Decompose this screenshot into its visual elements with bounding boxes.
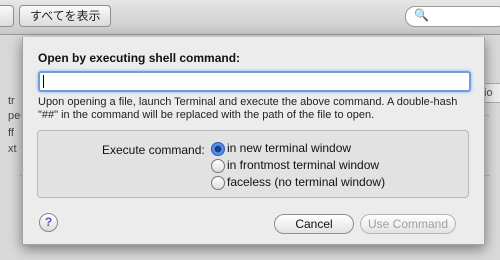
radio-selected-icon[interactable] bbox=[211, 142, 225, 156]
radio-label: in new terminal window bbox=[227, 141, 352, 155]
shell-command-input[interactable] bbox=[38, 71, 471, 92]
background-text: ff bbox=[8, 127, 14, 139]
radio-unselected-icon[interactable] bbox=[211, 176, 225, 190]
magnifier-icon: 🔍 bbox=[414, 8, 429, 22]
text-caret bbox=[43, 75, 44, 88]
sheet-title: Open by executing shell command: bbox=[38, 51, 241, 65]
background-text: pe bbox=[8, 110, 21, 122]
radio-unselected-icon[interactable] bbox=[211, 159, 225, 173]
back-button[interactable] bbox=[0, 5, 14, 27]
execute-command-label: Execute command: bbox=[102, 143, 205, 157]
use-command-button[interactable]: Use Command bbox=[360, 214, 456, 234]
show-all-button[interactable]: すべてを表示 bbox=[19, 5, 112, 27]
radio-label: in frontmost terminal window bbox=[227, 158, 380, 172]
execute-options-group: Execute command: in new terminal window … bbox=[37, 130, 469, 198]
background-text: xt bbox=[8, 143, 17, 155]
window-toolbar: すべてを表示 🔍 bbox=[0, 0, 500, 35]
cancel-button[interactable]: Cancel bbox=[274, 214, 354, 234]
help-button[interactable]: ? bbox=[39, 213, 58, 232]
background-text: tr bbox=[8, 95, 15, 107]
radio-label: faceless (no terminal window) bbox=[227, 175, 386, 189]
command-description: Upon opening a file, launch Terminal and… bbox=[38, 96, 458, 121]
search-input[interactable]: 🔍 bbox=[405, 6, 500, 27]
shell-command-sheet: Open by executing shell command: Upon op… bbox=[22, 37, 485, 245]
